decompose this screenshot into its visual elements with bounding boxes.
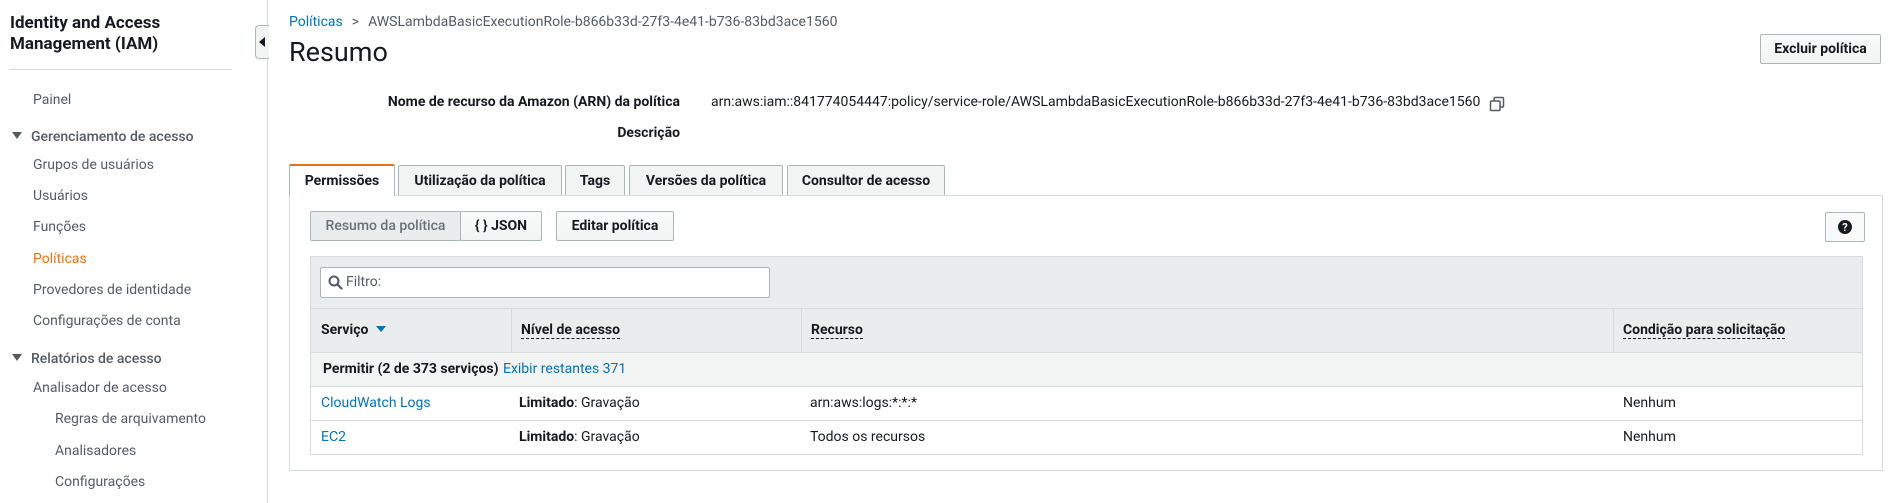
sidebar-item-painel[interactable]: Painel [33,92,71,108]
sidebar-section-label: Relatórios de acesso [31,351,162,367]
page-title: Resumo [289,36,388,68]
breadcrumb-link-politicas[interactable]: Políticas [289,14,343,30]
filter-input[interactable]: Filtro: [320,267,770,298]
sidebar-section-label: Gerenciamento de acesso [31,129,194,145]
json-button[interactable]: { } JSON [460,211,542,241]
table-row: CloudWatch Logs Limitado: Gravação arn:a… [310,387,1863,421]
search-icon [328,275,343,290]
column-header-servico[interactable]: Serviço [321,322,387,338]
sidebar-item-analisador[interactable]: Analisador de acesso [33,380,167,396]
column-header-nivel-acesso[interactable]: Nível de acesso [521,322,620,339]
condition-value: Nenhum [1623,395,1676,411]
copy-icon[interactable] [1489,96,1505,112]
description-label: Descrição [617,125,680,141]
sidebar-item-analisadores[interactable]: Analisadores [55,443,136,459]
table-row: EC2 Limitado: Gravação Todos os recursos… [310,421,1863,455]
sidebar: Identity and Access Management (IAM) Pai… [0,0,268,503]
resource-value: arn:aws:logs:*:*:* [810,395,917,411]
column-header-condicao[interactable]: Condição para solicitação [1623,322,1786,339]
group-label: Permitir (2 de 373 serviços) [323,361,499,377]
show-remaining-link[interactable]: Exibir restantes 371 [503,361,626,377]
sidebar-item-provedores[interactable]: Provedores de identidade [33,282,191,298]
group-row: Permitir (2 de 373 serviços) Exibir rest… [310,353,1863,387]
arn-value: arn:aws:iam::841774054447:policy/service… [711,94,1481,110]
access-level: Limitado: Gravação [519,429,640,445]
sidebar-divider [10,69,232,70]
service-link[interactable]: EC2 [321,429,346,445]
table-header: Serviço Nível de acesso Recurso Condição… [310,309,1863,353]
arn-label: Nome de recurso da Amazon (ARN) da polít… [387,94,680,110]
tab-utilizacao[interactable]: Utilização da política [398,165,562,195]
filter-placeholder: Filtro: [346,274,382,290]
sort-descending-icon [376,326,387,332]
column-header-recurso[interactable]: Recurso [811,322,863,339]
sidebar-section-access-management[interactable]: Gerenciamento de acesso [12,129,194,145]
caret-down-icon [12,132,22,139]
sidebar-item-regras[interactable]: Regras de arquivamento [55,411,206,427]
sidebar-item-grupos[interactable]: Grupos de usuários [33,157,154,173]
collapse-sidebar-button[interactable] [255,25,269,59]
sidebar-item-politicas[interactable]: Políticas [33,251,87,267]
sidebar-title: Identity and Access Management (IAM) [10,13,161,54]
column-divider [801,309,802,352]
condition-value: Nenhum [1623,429,1676,445]
filter-bar: Filtro: [310,256,1863,309]
caret-down-icon [12,354,22,361]
resource-value: Todos os recursos [810,429,926,445]
breadcrumb: Políticas > AWSLambdaBasicExecutionRole-b8… [289,14,837,30]
service-link[interactable]: CloudWatch Logs [321,395,431,411]
breadcrumb-current: AWSLambdaBasicExecutionRole-b866b33d-27f… [368,14,838,30]
sidebar-section-access-reports[interactable]: Relatórios de acesso [12,351,162,367]
sidebar-item-config-conta[interactable]: Configurações de conta [33,313,181,329]
sidebar-item-funcoes[interactable]: Funções [33,219,86,235]
sidebar-item-usuarios[interactable]: Usuários [33,188,88,204]
column-divider [511,309,512,352]
chevron-right-icon: > [351,14,360,30]
help-button[interactable]: ? [1825,212,1865,242]
access-level: Limitado: Gravação [519,395,640,411]
tab-consultor[interactable]: Consultor de acesso [787,165,945,195]
delete-policy-button[interactable]: Excluir política [1760,34,1881,64]
edit-policy-button[interactable]: Editar política [556,211,674,241]
tab-versoes[interactable]: Versões da política [629,165,783,195]
policy-summary-button[interactable]: Resumo da política [310,211,461,241]
help-icon: ? [1838,220,1852,234]
tab-tags[interactable]: Tags [565,165,625,195]
column-divider [1613,309,1614,352]
sidebar-item-configuracoes[interactable]: Configurações [55,474,145,490]
tab-permissoes[interactable]: Permissões [289,164,395,196]
